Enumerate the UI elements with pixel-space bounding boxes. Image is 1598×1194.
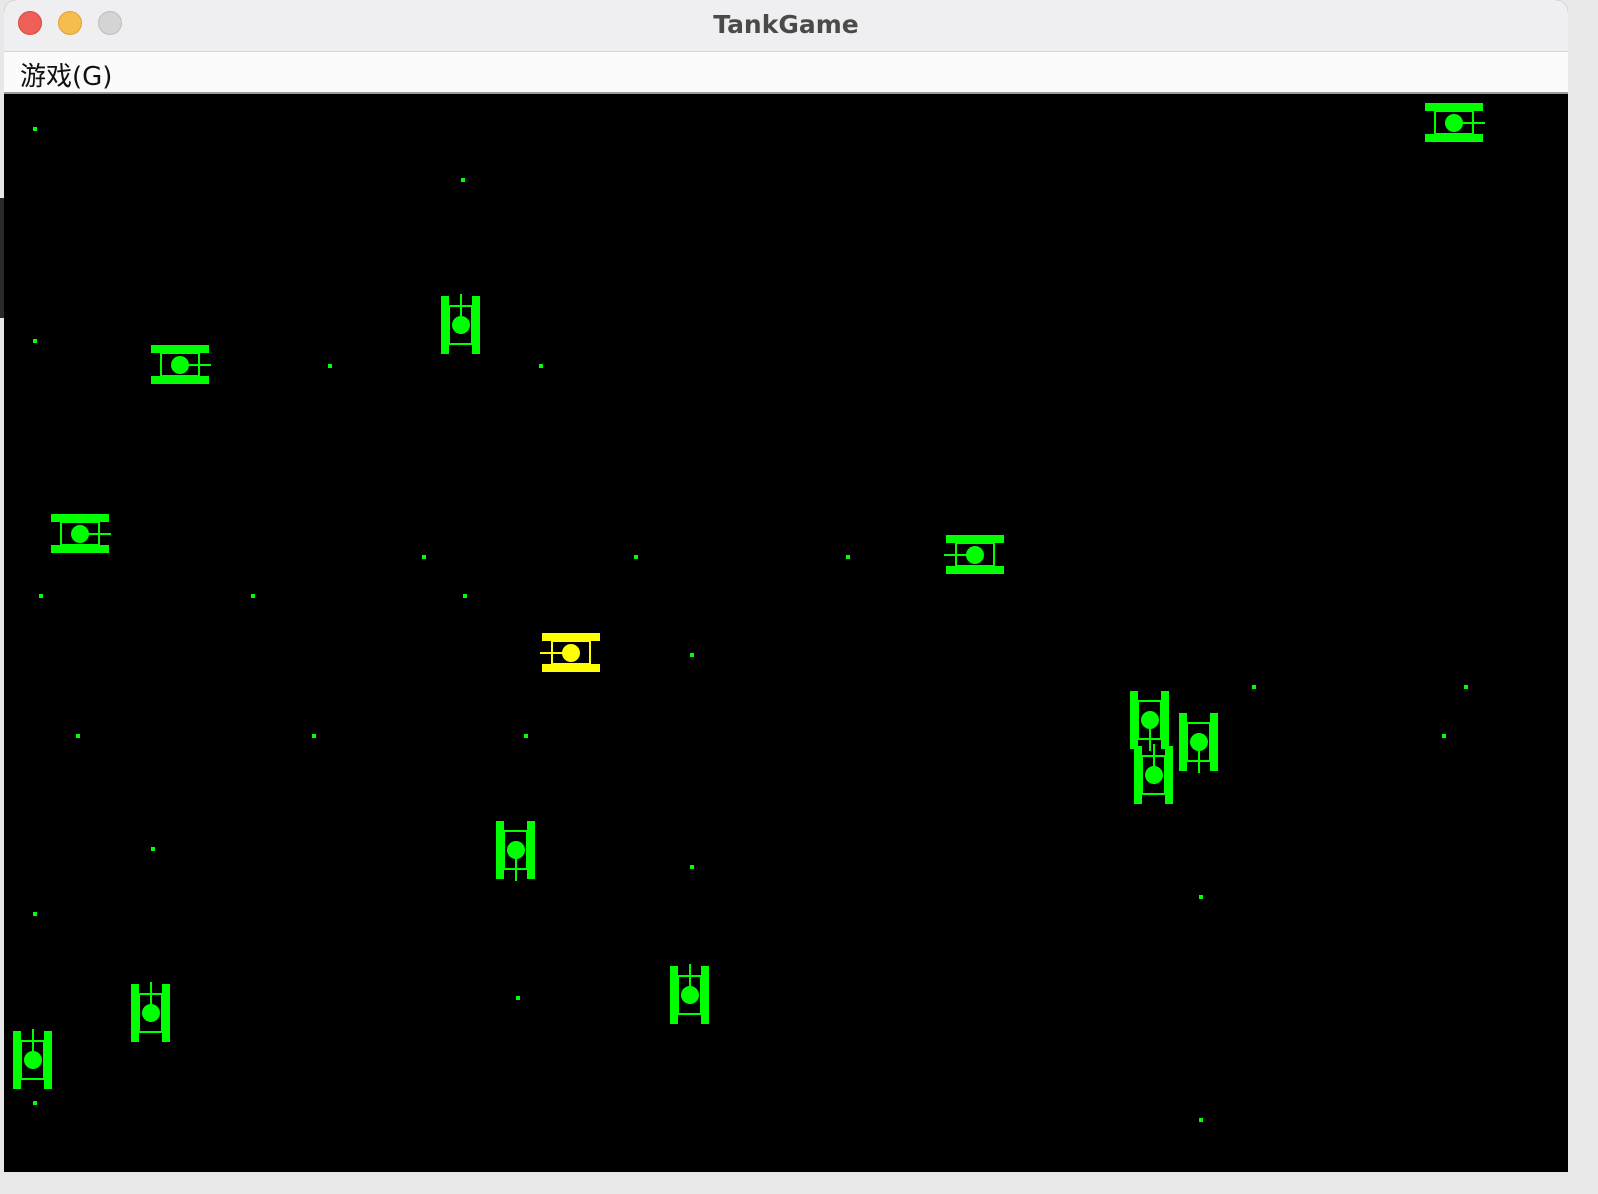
bullet: [463, 594, 467, 598]
game-window: TankGame 游戏(G): [4, 0, 1568, 1172]
bullet: [251, 594, 255, 598]
bullet: [39, 594, 43, 598]
title-bar[interactable]: TankGame: [4, 0, 1568, 52]
bullet: [539, 364, 543, 368]
bullet: [312, 734, 316, 738]
enemy-tank: [1134, 744, 1173, 804]
bullet: [1199, 1118, 1203, 1122]
bullet: [328, 364, 332, 368]
bullet: [33, 339, 37, 343]
bullet: [1252, 685, 1256, 689]
bullet: [76, 734, 80, 738]
bullet: [422, 555, 426, 559]
enemy-tank: [131, 982, 170, 1042]
bullet: [846, 555, 850, 559]
bullet: [151, 847, 155, 851]
bullet: [690, 865, 694, 869]
bullet: [690, 653, 694, 657]
bullet: [516, 996, 520, 1000]
enemy-tank: [1425, 103, 1485, 142]
menu-bar: 游戏(G): [4, 52, 1568, 94]
bullet: [33, 127, 37, 131]
enemy-tank: [1130, 691, 1169, 751]
bullet: [634, 555, 638, 559]
game-field: [13, 103, 1485, 1122]
bullet: [33, 1101, 37, 1105]
enemy-tank: [670, 964, 709, 1024]
game-canvas[interactable]: [4, 94, 1568, 1172]
window-title: TankGame: [713, 10, 859, 39]
menu-game[interactable]: 游戏(G): [20, 56, 112, 93]
bullet: [33, 912, 37, 916]
enemy-tank: [496, 821, 535, 881]
player-tank: [540, 633, 600, 672]
enemy-tank: [944, 535, 1004, 574]
enemy-tank: [151, 345, 211, 384]
enemy-tank: [1179, 713, 1218, 773]
enemy-tank: [441, 294, 480, 354]
enemy-tank: [51, 514, 111, 553]
bullet: [461, 178, 465, 182]
bullet: [1464, 685, 1468, 689]
bullet: [1442, 734, 1446, 738]
enemy-tank: [13, 1029, 52, 1089]
bullet: [524, 734, 528, 738]
bullet: [1199, 895, 1203, 899]
